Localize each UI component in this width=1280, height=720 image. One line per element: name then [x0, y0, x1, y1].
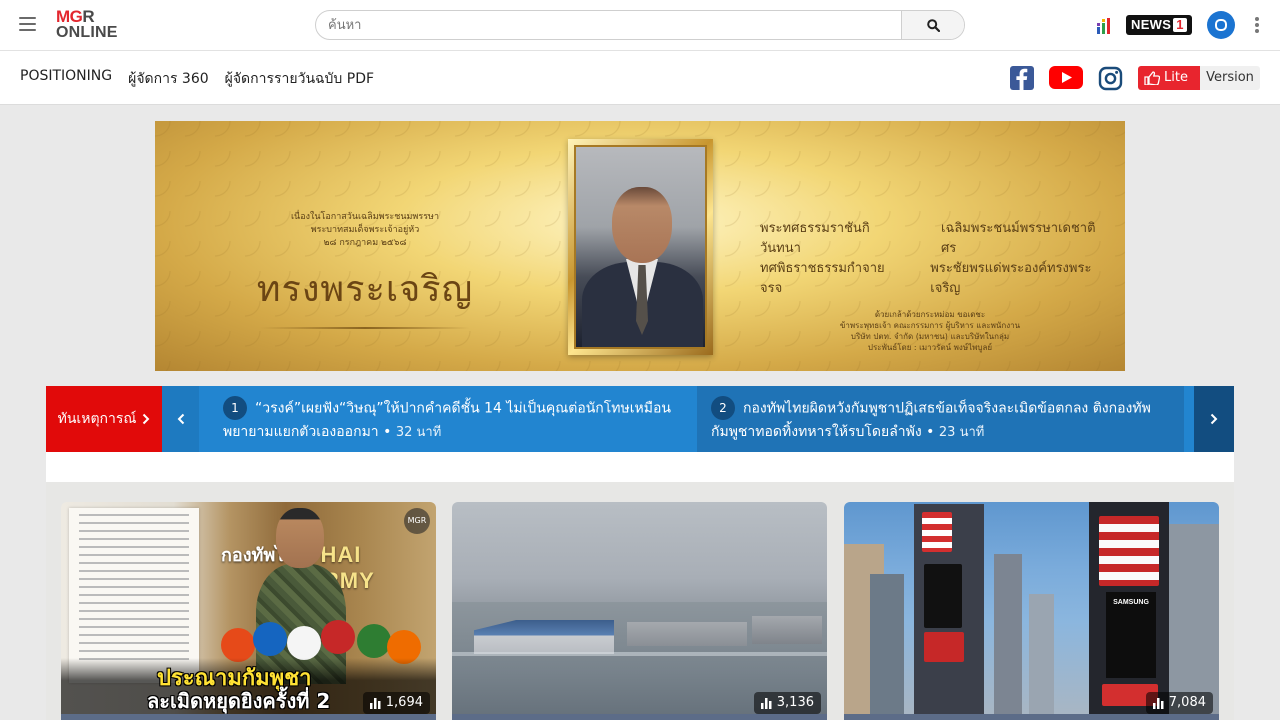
view-count: 1,694 [362, 692, 430, 714]
card-caption-line-2: ละเมิดหยุดยิงครั้งที่ 2 [147, 689, 331, 713]
nav-link-manager-360[interactable]: ผู้จัดการ 360 [128, 68, 209, 90]
ticker-item-time: 23 นาที [938, 424, 985, 440]
mgr-watermark: MGR [404, 508, 430, 534]
ticker-prev-button[interactable] [162, 386, 199, 452]
top-bar: MGR ONLINE NEWS1 [0, 0, 1280, 51]
ticker-item-time: 32 นาที [395, 424, 442, 440]
news1-text: NEWS [1131, 17, 1172, 32]
chevron-right-icon [1210, 413, 1218, 425]
banner-left-text: เนื่องในโอกาสวันเฉลิมพระชนมพรรษา พระบาทส… [235, 211, 495, 329]
view-count-value: 3,136 [776, 695, 814, 710]
flooded-building [627, 622, 747, 646]
section-spacer [46, 452, 1234, 482]
banner-credit-1: ด้วยเกล้าด้วยกระหม่อม ขอเดชะ [874, 310, 986, 319]
banner-poem-2b: พระชัยพรแด่พระองค์ทรงพระเจริญ [930, 261, 1092, 296]
billboard [1099, 516, 1159, 586]
royal-birthday-banner[interactable]: เนื่องในโอกาสวันเฉลิมพระชนมพรรษา พระบาทส… [155, 121, 1125, 371]
lite-label: Lite [1164, 70, 1188, 85]
view-count-value: 1,694 [385, 695, 423, 710]
flooded-building [752, 616, 822, 644]
banner-credit-2: ข้าพระพุทธเจ้า คณะกรรมการ ผู้บริหาร และพ… [839, 321, 1021, 330]
bar-chart-icon [760, 697, 772, 709]
water-surface [452, 652, 827, 656]
banner-credit-3: บริษัท ปตท. จำกัด (มหาชน) และบริษัทในกลุ… [850, 332, 1010, 341]
breaking-news-ticker: ทันเหตุการณ์ 1 “วรงค์”เผยฟัง“วิษณุ”ให้ปาก… [46, 386, 1234, 452]
facebook-icon[interactable] [1010, 66, 1034, 90]
ticker-next-button[interactable] [1194, 386, 1234, 452]
royal-portrait [574, 145, 707, 349]
banner-occasion-line-1: เนื่องในโอกาสวันเฉลิมพระชนมพรรษา [290, 212, 440, 222]
statement-document-image [69, 508, 199, 683]
news1-number: 1 [1173, 18, 1187, 32]
banner-poem-1b: เฉลิมพระชนม์พรรษาเดชาติศร [941, 221, 1096, 256]
banner-right-text: พระทศธรรมราชันกิวันทนา เฉลิมพระชนม์พรรษาเ… [760, 219, 1100, 353]
youtube-icon[interactable] [1049, 66, 1083, 89]
view-count: 7,084 [1145, 692, 1213, 714]
ticker-item-number: 1 [223, 396, 247, 420]
menu-icon[interactable] [19, 17, 36, 31]
banner-occasion-line-2: พระบาทสมเด็จพระเจ้าอยู่หัว [310, 225, 420, 235]
billboard-text: SAMSUNG [1113, 599, 1149, 606]
ticker-label[interactable]: ทันเหตุการณ์ [46, 386, 162, 452]
search-input[interactable] [316, 11, 902, 39]
lite-label-box: Lite [1138, 66, 1200, 90]
bar-chart-icon [369, 697, 381, 709]
samsung-billboard: SAMSUNG [1106, 592, 1156, 678]
skyscraper [1169, 524, 1219, 714]
news-card-2[interactable]: 3,136 [452, 502, 827, 720]
banner-divider [260, 327, 470, 329]
view-count-value: 7,084 [1168, 695, 1206, 710]
search-icon [926, 18, 940, 32]
news-card-3[interactable]: SAMSUNG 7,084 [844, 502, 1219, 720]
portrait-frame [568, 139, 713, 355]
ticker-item-2[interactable]: 2 กองทัพไทยผิดหวังกัมพูชาปฏิเสธข้อเท็จจริ… [697, 386, 1184, 452]
skyscraper [870, 574, 904, 714]
bar-chart-icon [1152, 697, 1164, 709]
ticker-item-title: “วรงค์”เผยฟัง“วิษณุ”ให้ปากคำคดีชั้น 14 ไ… [223, 400, 671, 440]
secondary-nav: POSITIONING ผู้จัดการ 360 ผู้จัดการรายวั… [0, 51, 1280, 105]
nav-link-positioning[interactable]: POSITIONING [20, 68, 112, 90]
ticker-item-1[interactable]: 1 “วรงค์”เผยฟัง“วิษณุ”ให้ปากคำคดีชั้น 14 … [199, 386, 697, 452]
news1-logo[interactable]: NEWS 1 [1126, 15, 1192, 35]
chevron-left-icon [177, 413, 184, 425]
card-bottom-strip [844, 714, 1219, 720]
news-card-1[interactable]: กองทัพไทย THAI ARMY ประณามกัมพูชา ละเมิด… [61, 502, 436, 720]
lite-version-button[interactable]: Lite Version [1138, 66, 1260, 90]
more-vertical-icon[interactable] [1254, 17, 1260, 35]
banner-poem-1a: พระทศธรรมราชันกิวันทนา [760, 221, 870, 256]
card-bottom-strip [452, 714, 827, 720]
billboard [924, 564, 962, 628]
banner-headline: ทรงพระเจริญ [256, 269, 474, 310]
logo-text-online: ONLINE [56, 24, 118, 41]
nav-link-daily-pdf[interactable]: ผู้จัดการรายวันฉบับ PDF [225, 68, 374, 90]
ticker-item-title: กองทัพไทยผิดหวังกัมพูชาปฏิเสธข้อเท็จจริง… [711, 400, 1151, 440]
search-button[interactable] [901, 11, 964, 39]
nav-links: POSITIONING ผู้จัดการ 360 ผู้จัดการรายวั… [20, 68, 374, 90]
banner-credit-4: ประพันธ์โดย : เมาวรัตน์ พงษ์ไพบูลย์ [867, 343, 993, 352]
billboard [922, 512, 952, 552]
ticker-label-text: ทันเหตุการณ์ [57, 411, 137, 427]
thumbs-up-icon [1144, 71, 1160, 85]
skyscraper [994, 554, 1022, 714]
podcast-bars-icon[interactable] [1097, 18, 1111, 34]
ticker-item-number: 2 [711, 396, 735, 420]
version-label: Version [1200, 66, 1260, 90]
chevron-right-icon [143, 413, 150, 425]
skyscraper [1029, 594, 1054, 714]
banner-date: ๒๘ กรกฎาคม ๒๕๖๘ [323, 238, 407, 248]
profile-icon[interactable] [1207, 11, 1235, 39]
card-bottom-strip [61, 714, 436, 720]
view-count: 3,136 [753, 692, 821, 714]
mgr-online-logo[interactable]: MGR ONLINE [56, 8, 122, 41]
billboard [924, 632, 964, 662]
banner-poem-2a: ทศพิธราชธรรมกำจายจรจ [760, 261, 885, 296]
instagram-icon[interactable] [1098, 66, 1123, 91]
search-bar [315, 10, 965, 40]
